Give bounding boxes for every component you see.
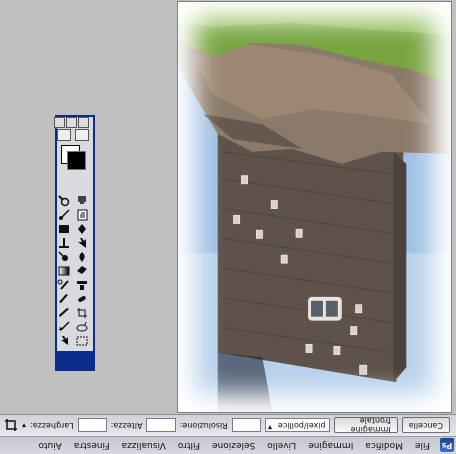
menu-aiuto[interactable]: Aiuto <box>36 440 63 452</box>
menu-finestra[interactable]: Finestra <box>72 440 112 452</box>
clone-stamp-icon[interactable] <box>75 279 89 291</box>
gradient-icon[interactable] <box>57 265 71 277</box>
shape-icon[interactable] <box>57 223 71 235</box>
toolbox <box>54 115 95 371</box>
magic-wand-icon[interactable] <box>57 321 71 333</box>
height-field[interactable] <box>146 418 176 433</box>
clear-button[interactable]: Cancella <box>401 417 450 434</box>
toolbox-titlebar[interactable] <box>57 351 93 369</box>
menubar: Ps File Modifica Immagine Livello Selezi… <box>0 436 456 454</box>
eyedropper-icon[interactable] <box>57 209 71 221</box>
foreground-color-swatch[interactable] <box>67 151 86 170</box>
path-selection-icon[interactable] <box>75 237 89 249</box>
marquee-icon[interactable] <box>75 335 89 347</box>
options-bar: Cancella Immagine frontale pixel/pollice… <box>0 414 456 436</box>
menu-visualizza[interactable]: Visualizza <box>120 440 168 452</box>
eraser-icon[interactable] <box>75 265 89 277</box>
photoshop-window: Ps File Modifica Immagine Livello Selezi… <box>0 0 456 454</box>
tool-preset-arrow-icon[interactable]: ▾ <box>22 421 26 430</box>
menu-modifica[interactable]: Modifica <box>363 440 405 452</box>
menu-filtro[interactable]: Filtro <box>176 440 202 452</box>
width-field[interactable] <box>77 418 107 433</box>
standard-screen-button[interactable] <box>78 117 89 128</box>
blur-icon[interactable] <box>75 251 89 263</box>
photoshop-app-icon[interactable]: Ps <box>440 438 454 453</box>
resolution-unit-select[interactable]: pixel/pollice <box>264 418 330 433</box>
tool-grid <box>57 195 89 347</box>
menu-selezione[interactable]: Selezione <box>210 440 257 452</box>
menu-livello[interactable]: Livello <box>265 440 298 452</box>
color-swatches[interactable] <box>60 145 88 172</box>
width-label: Larghezza: <box>30 421 74 430</box>
dodge-icon[interactable] <box>57 251 71 263</box>
full-screen-button[interactable] <box>54 117 65 128</box>
height-label: Altezza: <box>110 421 143 430</box>
front-image-button[interactable]: Immagine frontale <box>333 417 398 435</box>
mask-mode-buttons <box>57 129 89 141</box>
healing-brush-icon[interactable] <box>75 293 89 305</box>
lasso-icon[interactable] <box>75 321 89 333</box>
crop-icon[interactable] <box>75 307 89 319</box>
type-icon[interactable] <box>57 237 71 249</box>
document-canvas[interactable] <box>177 1 452 413</box>
quick-mask-mode-button[interactable] <box>57 129 71 141</box>
castle-photo <box>178 3 451 412</box>
menu-file[interactable]: File <box>413 440 432 452</box>
zoom-icon[interactable] <box>57 195 71 207</box>
hand-icon[interactable] <box>75 195 89 207</box>
menu-immagine[interactable]: Immagine <box>306 440 355 452</box>
workspace <box>0 0 456 414</box>
history-brush-icon[interactable] <box>57 279 71 291</box>
notes-icon[interactable] <box>75 209 89 221</box>
move-icon[interactable] <box>57 335 71 347</box>
slice-icon[interactable] <box>57 307 71 319</box>
full-screen-menu-button[interactable] <box>66 117 77 128</box>
crop-tool-icon[interactable] <box>4 419 18 433</box>
screen-mode-buttons <box>54 117 89 128</box>
brush-icon[interactable] <box>57 293 71 305</box>
resolution-field[interactable] <box>231 418 261 433</box>
pen-icon[interactable] <box>75 223 89 235</box>
resolution-label: Risoluzione: <box>179 421 228 430</box>
standard-mode-button[interactable] <box>75 129 89 141</box>
